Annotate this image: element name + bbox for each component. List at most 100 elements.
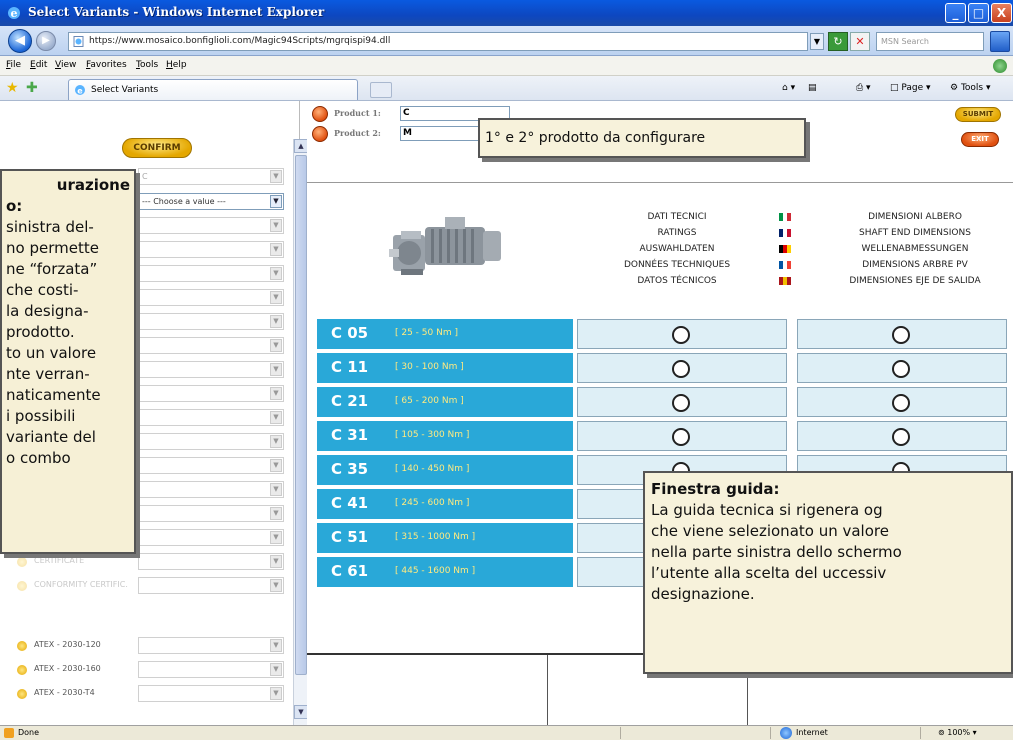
variant-select[interactable]: ▼: [138, 529, 284, 546]
chevron-down-icon[interactable]: ▼: [270, 243, 282, 256]
chevron-down-icon[interactable]: ▼: [270, 170, 282, 183]
size-label[interactable]: C 11 [ 30 - 100 Nm ]: [317, 353, 573, 383]
variant-select[interactable]: ▼: [138, 577, 284, 594]
radio-button[interactable]: [672, 360, 690, 378]
stop-button[interactable]: ✕: [850, 32, 870, 51]
menu-help[interactable]: Help: [166, 60, 187, 70]
address-dropdown-button[interactable]: ▼: [810, 33, 824, 50]
back-button[interactable]: ◀: [8, 29, 32, 53]
forward-button[interactable]: ▶: [36, 31, 56, 51]
chevron-down-icon[interactable]: ▼: [270, 663, 282, 676]
variant-select[interactable]: ▼: [138, 457, 284, 474]
variant-select[interactable]: ▼: [138, 313, 284, 330]
chevron-down-icon[interactable]: ▼: [270, 639, 282, 652]
size-label[interactable]: C 21 [ 65 - 200 Nm ]: [317, 387, 573, 417]
size-label[interactable]: C 61 [ 445 - 1600 Nm ]: [317, 557, 573, 587]
variant-select[interactable]: ▼: [138, 337, 284, 354]
variant-select[interactable]: ▼: [138, 637, 284, 654]
variant-select[interactable]: ▼: [138, 265, 284, 282]
scroll-thumb[interactable]: [295, 155, 307, 675]
dim-link-fr[interactable]: DIMENSIONS ARBRE PV: [815, 257, 1013, 273]
size-label[interactable]: C 51 [ 315 - 1000 Nm ]: [317, 523, 573, 553]
dim-link-de[interactable]: WELLENABMESSUNGEN: [815, 241, 1013, 257]
chevron-down-icon[interactable]: ▼: [270, 339, 282, 352]
variant-select[interactable]: ▼: [138, 661, 284, 678]
chevron-down-icon[interactable]: ▼: [270, 459, 282, 472]
chevron-down-icon[interactable]: ▼: [270, 195, 282, 208]
tech-link-es[interactable]: DATOS TÉCNICOS: [597, 273, 757, 289]
menu-tools[interactable]: Tools: [136, 60, 158, 70]
chevron-down-icon[interactable]: ▼: [270, 387, 282, 400]
radio-button[interactable]: [892, 326, 910, 344]
product-1-icon[interactable]: [312, 106, 328, 122]
submit-button[interactable]: SUBMIT: [955, 107, 1001, 122]
refresh-button[interactable]: ↻: [828, 32, 848, 51]
favorites-star-icon[interactable]: ★: [6, 81, 20, 95]
confirm-button[interactable]: CONFIRM: [122, 138, 192, 158]
chevron-down-icon[interactable]: ▼: [270, 507, 282, 520]
variant-select[interactable]: ▼: [138, 409, 284, 426]
chevron-down-icon[interactable]: ▼: [270, 291, 282, 304]
exit-button[interactable]: EXIT: [961, 132, 999, 147]
dim-link-es[interactable]: DIMENSIONES EJE DE SALIDA: [815, 273, 1013, 289]
scroll-up-button[interactable]: ▲: [294, 139, 308, 153]
menu-edit[interactable]: Edit: [30, 60, 47, 70]
tech-link-it[interactable]: DATI TECNICI: [597, 209, 757, 225]
dim-link-it[interactable]: DIMENSIONI ALBERO: [815, 209, 1013, 225]
scroll-down-button[interactable]: ▼: [294, 705, 308, 719]
minimize-button[interactable]: _: [945, 3, 966, 23]
new-tab-button[interactable]: [370, 82, 392, 98]
page-menu[interactable]: □ Page ▾: [890, 83, 931, 93]
chevron-down-icon[interactable]: ▼: [270, 483, 282, 496]
variant-select[interactable]: ▼: [138, 685, 284, 702]
variant-select[interactable]: ▼: [138, 361, 284, 378]
variant-select[interactable]: ▼: [138, 553, 284, 570]
variant-select[interactable]: ▼: [138, 433, 284, 450]
chevron-down-icon[interactable]: ▼: [270, 531, 282, 544]
url-field[interactable]: https://www.mosaico.bonfiglioli.com/Magi…: [68, 32, 808, 51]
dim-link-en[interactable]: SHAFT END DIMENSIONS: [815, 225, 1013, 241]
size-label[interactable]: C 05 [ 25 - 50 Nm ]: [317, 319, 573, 349]
zoom-level[interactable]: ⊚ 100% ▾: [938, 728, 977, 737]
tools-menu[interactable]: ⚙ Tools ▾: [950, 83, 991, 93]
chevron-down-icon[interactable]: ▼: [270, 411, 282, 424]
close-button[interactable]: X: [991, 3, 1012, 23]
variant-select[interactable]: ▼: [138, 481, 284, 498]
chevron-down-icon[interactable]: ▼: [270, 267, 282, 280]
radio-button[interactable]: [892, 360, 910, 378]
chevron-down-icon[interactable]: ▼: [270, 315, 282, 328]
chevron-down-icon[interactable]: ▼: [270, 555, 282, 568]
product-2-icon[interactable]: [312, 126, 328, 142]
variant-select[interactable]: ▼: [138, 289, 284, 306]
chevron-down-icon[interactable]: ▼: [270, 435, 282, 448]
menu-view[interactable]: View: [55, 60, 76, 70]
radio-button[interactable]: [892, 428, 910, 446]
variant-select[interactable]: ▼: [138, 217, 284, 234]
variant-select[interactable]: ▼: [138, 505, 284, 522]
radio-button[interactable]: [672, 326, 690, 344]
size-label[interactable]: C 35 [ 140 - 450 Nm ]: [317, 455, 573, 485]
variant-select[interactable]: --- Choose a value --- ▼: [138, 193, 284, 210]
variant-select[interactable]: ▼: [138, 241, 284, 258]
print-icon[interactable]: ⎙ ▾: [856, 83, 871, 93]
size-label[interactable]: C 41 [ 245 - 600 Nm ]: [317, 489, 573, 519]
tab-select-variants[interactable]: e Select Variants: [68, 79, 358, 100]
chevron-down-icon[interactable]: ▼: [270, 363, 282, 376]
home-icon[interactable]: ⌂ ▾: [782, 83, 795, 93]
menu-favorites[interactable]: Favorites: [86, 60, 127, 70]
chevron-down-icon[interactable]: ▼: [270, 219, 282, 232]
chevron-down-icon[interactable]: ▼: [270, 687, 282, 700]
chevron-down-icon[interactable]: ▼: [270, 579, 282, 592]
left-scrollbar[interactable]: ▲ ▼: [293, 139, 308, 725]
variant-select[interactable]: ▼: [138, 385, 284, 402]
radio-button[interactable]: [672, 428, 690, 446]
radio-button[interactable]: [892, 394, 910, 412]
tech-link-de[interactable]: AUSWAHLDATEN: [597, 241, 757, 257]
size-label[interactable]: C 31 [ 105 - 300 Nm ]: [317, 421, 573, 451]
tech-link-en[interactable]: RATINGS: [597, 225, 757, 241]
menu-file[interactable]: File: [6, 60, 21, 70]
radio-button[interactable]: [672, 394, 690, 412]
feeds-icon[interactable]: ▤: [808, 83, 817, 93]
search-button[interactable]: [990, 31, 1010, 52]
search-input[interactable]: MSN Search: [876, 32, 984, 51]
